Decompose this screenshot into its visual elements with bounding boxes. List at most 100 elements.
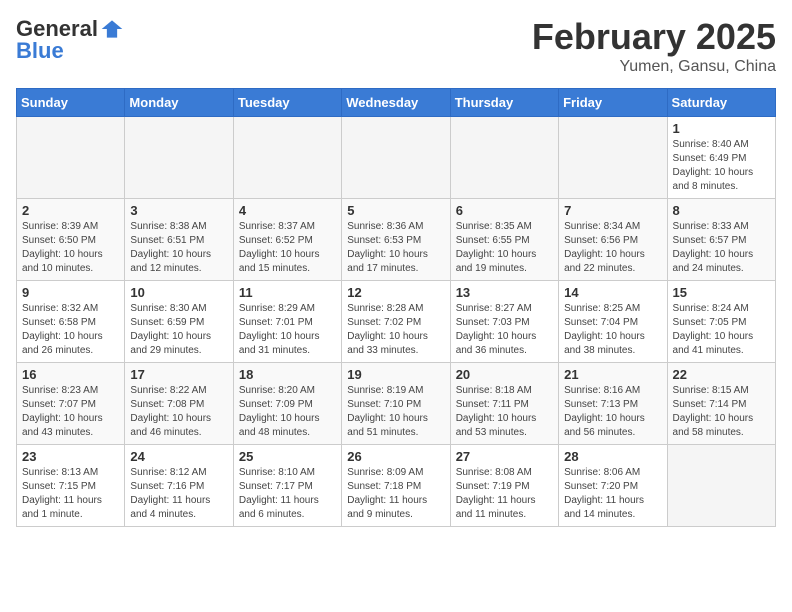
day-number: 12 [347,285,444,300]
day-number: 11 [239,285,336,300]
day-info: Sunrise: 8:12 AM Sunset: 7:16 PM Dayligh… [130,466,227,522]
day-number: 2 [22,203,119,218]
calendar-day-cell: 26 Sunrise: 8:09 AM Sunset: 7:18 PM Dayli… [342,445,450,527]
calendar-day-cell: 8 Sunrise: 8:33 AM Sunset: 6:57 PM Daylig… [667,199,775,281]
day-info: Sunrise: 8:37 AM Sunset: 6:52 PM Dayligh… [239,220,336,276]
calendar-day-cell: 3 Sunrise: 8:38 AM Sunset: 6:51 PM Daylig… [125,199,233,281]
day-number: 16 [22,367,119,382]
day-number: 8 [673,203,770,218]
calendar-day-cell [450,117,558,199]
day-number: 7 [564,203,661,218]
calendar-day-cell: 18Sunrise: 8:20 AM Sunset: 7:09 PM Dayli… [233,363,341,445]
day-number: 9 [22,285,119,300]
calendar-table: SundayMondayTuesdayWednesdayThursdayFrid… [16,88,776,527]
calendar-header-row: SundayMondayTuesdayWednesdayThursdayFrid… [17,89,776,117]
calendar-day-cell: 23 Sunrise: 8:13 AM Sunset: 7:15 PM Dayli… [17,445,125,527]
calendar-week-row: 2 Sunrise: 8:39 AM Sunset: 6:50 PM Daylig… [17,199,776,281]
calendar-day-cell: 22 Sunrise: 8:15 AM Sunset: 7:14 PM Dayli… [667,363,775,445]
calendar-day-cell: 21Sunrise: 8:16 AM Sunset: 7:13 PM Dayli… [559,363,667,445]
day-info: Sunrise: 8:09 AM Sunset: 7:18 PM Dayligh… [347,466,444,522]
calendar-day-cell: 24 Sunrise: 8:12 AM Sunset: 7:16 PM Dayli… [125,445,233,527]
day-number: 27 [456,449,553,464]
day-info: Sunrise: 8:19 AM Sunset: 7:10 PM Dayligh… [347,384,444,440]
day-info: Sunrise: 8:22 AM Sunset: 7:08 PM Dayligh… [130,384,227,440]
title-block: February 2025 Yumen, Gansu, China [532,16,776,76]
day-info: Sunrise: 8:24 AM Sunset: 7:05 PM Dayligh… [673,302,770,358]
calendar-day-cell: 19 Sunrise: 8:19 AM Sunset: 7:10 PM Dayli… [342,363,450,445]
calendar-day-cell: 11 Sunrise: 8:29 AM Sunset: 7:01 PM Dayli… [233,281,341,363]
day-info: Sunrise: 8:32 AM Sunset: 6:58 PM Dayligh… [22,302,119,358]
day-of-week-header: Saturday [667,89,775,117]
day-number: 18 [239,367,336,382]
day-number: 10 [130,285,227,300]
day-info: Sunrise: 8:34 AM Sunset: 6:56 PM Dayligh… [564,220,661,276]
calendar-day-cell: 2 Sunrise: 8:39 AM Sunset: 6:50 PM Daylig… [17,199,125,281]
day-info: Sunrise: 8:06 AM Sunset: 7:20 PM Dayligh… [564,466,661,522]
day-number: 6 [456,203,553,218]
day-number: 21 [564,367,661,382]
day-number: 14 [564,285,661,300]
calendar-day-cell [559,117,667,199]
calendar-week-row: 1 Sunrise: 8:40 AM Sunset: 6:49 PM Daylig… [17,117,776,199]
day-info: Sunrise: 8:18 AM Sunset: 7:11 PM Dayligh… [456,384,553,440]
calendar-day-cell: 25 Sunrise: 8:10 AM Sunset: 7:17 PM Dayli… [233,445,341,527]
day-number: 28 [564,449,661,464]
day-number: 4 [239,203,336,218]
day-info: Sunrise: 8:27 AM Sunset: 7:03 PM Dayligh… [456,302,553,358]
day-info: Sunrise: 8:39 AM Sunset: 6:50 PM Dayligh… [22,220,119,276]
calendar-day-cell: 16 Sunrise: 8:23 AM Sunset: 7:07 PM Dayli… [17,363,125,445]
day-number: 3 [130,203,227,218]
month-title: February 2025 [532,16,776,58]
calendar-day-cell [342,117,450,199]
calendar-day-cell: 6 Sunrise: 8:35 AM Sunset: 6:55 PM Daylig… [450,199,558,281]
day-info: Sunrise: 8:29 AM Sunset: 7:01 PM Dayligh… [239,302,336,358]
day-info: Sunrise: 8:36 AM Sunset: 6:53 PM Dayligh… [347,220,444,276]
calendar-day-cell: 5 Sunrise: 8:36 AM Sunset: 6:53 PM Daylig… [342,199,450,281]
day-info: Sunrise: 8:15 AM Sunset: 7:14 PM Dayligh… [673,384,770,440]
day-of-week-header: Wednesday [342,89,450,117]
day-of-week-header: Friday [559,89,667,117]
day-info: Sunrise: 8:08 AM Sunset: 7:19 PM Dayligh… [456,466,553,522]
calendar-day-cell [667,445,775,527]
calendar-day-cell: 27 Sunrise: 8:08 AM Sunset: 7:19 PM Dayli… [450,445,558,527]
day-of-week-header: Monday [125,89,233,117]
calendar-day-cell: 4 Sunrise: 8:37 AM Sunset: 6:52 PM Daylig… [233,199,341,281]
day-number: 20 [456,367,553,382]
calendar-day-cell: 14Sunrise: 8:25 AM Sunset: 7:04 PM Dayli… [559,281,667,363]
calendar-day-cell: 13 Sunrise: 8:27 AM Sunset: 7:03 PM Dayli… [450,281,558,363]
day-info: Sunrise: 8:28 AM Sunset: 7:02 PM Dayligh… [347,302,444,358]
calendar-day-cell: 12 Sunrise: 8:28 AM Sunset: 7:02 PM Dayli… [342,281,450,363]
logo-icon [100,17,124,41]
day-of-week-header: Tuesday [233,89,341,117]
day-number: 25 [239,449,336,464]
day-info: Sunrise: 8:35 AM Sunset: 6:55 PM Dayligh… [456,220,553,276]
calendar-day-cell: 9 Sunrise: 8:32 AM Sunset: 6:58 PM Daylig… [17,281,125,363]
day-info: Sunrise: 8:10 AM Sunset: 7:17 PM Dayligh… [239,466,336,522]
day-number: 13 [456,285,553,300]
day-number: 19 [347,367,444,382]
location-title: Yumen, Gansu, China [532,58,776,76]
day-number: 1 [673,121,770,136]
day-info: Sunrise: 8:38 AM Sunset: 6:51 PM Dayligh… [130,220,227,276]
day-number: 23 [22,449,119,464]
calendar-day-cell: 1 Sunrise: 8:40 AM Sunset: 6:49 PM Daylig… [667,117,775,199]
day-info: Sunrise: 8:40 AM Sunset: 6:49 PM Dayligh… [673,138,770,194]
day-number: 5 [347,203,444,218]
calendar-day-cell [233,117,341,199]
day-info: Sunrise: 8:23 AM Sunset: 7:07 PM Dayligh… [22,384,119,440]
calendar-day-cell: 17 Sunrise: 8:22 AM Sunset: 7:08 PM Dayli… [125,363,233,445]
page-header: General Blue February 2025 Yumen, Gansu,… [16,16,776,76]
day-of-week-header: Thursday [450,89,558,117]
day-info: Sunrise: 8:30 AM Sunset: 6:59 PM Dayligh… [130,302,227,358]
day-number: 15 [673,285,770,300]
calendar-week-row: 9 Sunrise: 8:32 AM Sunset: 6:58 PM Daylig… [17,281,776,363]
day-of-week-header: Sunday [17,89,125,117]
day-number: 17 [130,367,227,382]
day-info: Sunrise: 8:33 AM Sunset: 6:57 PM Dayligh… [673,220,770,276]
calendar-day-cell: 7 Sunrise: 8:34 AM Sunset: 6:56 PM Daylig… [559,199,667,281]
day-number: 22 [673,367,770,382]
day-info: Sunrise: 8:13 AM Sunset: 7:15 PM Dayligh… [22,466,119,522]
day-number: 24 [130,449,227,464]
calendar-week-row: 23 Sunrise: 8:13 AM Sunset: 7:15 PM Dayli… [17,445,776,527]
day-number: 26 [347,449,444,464]
